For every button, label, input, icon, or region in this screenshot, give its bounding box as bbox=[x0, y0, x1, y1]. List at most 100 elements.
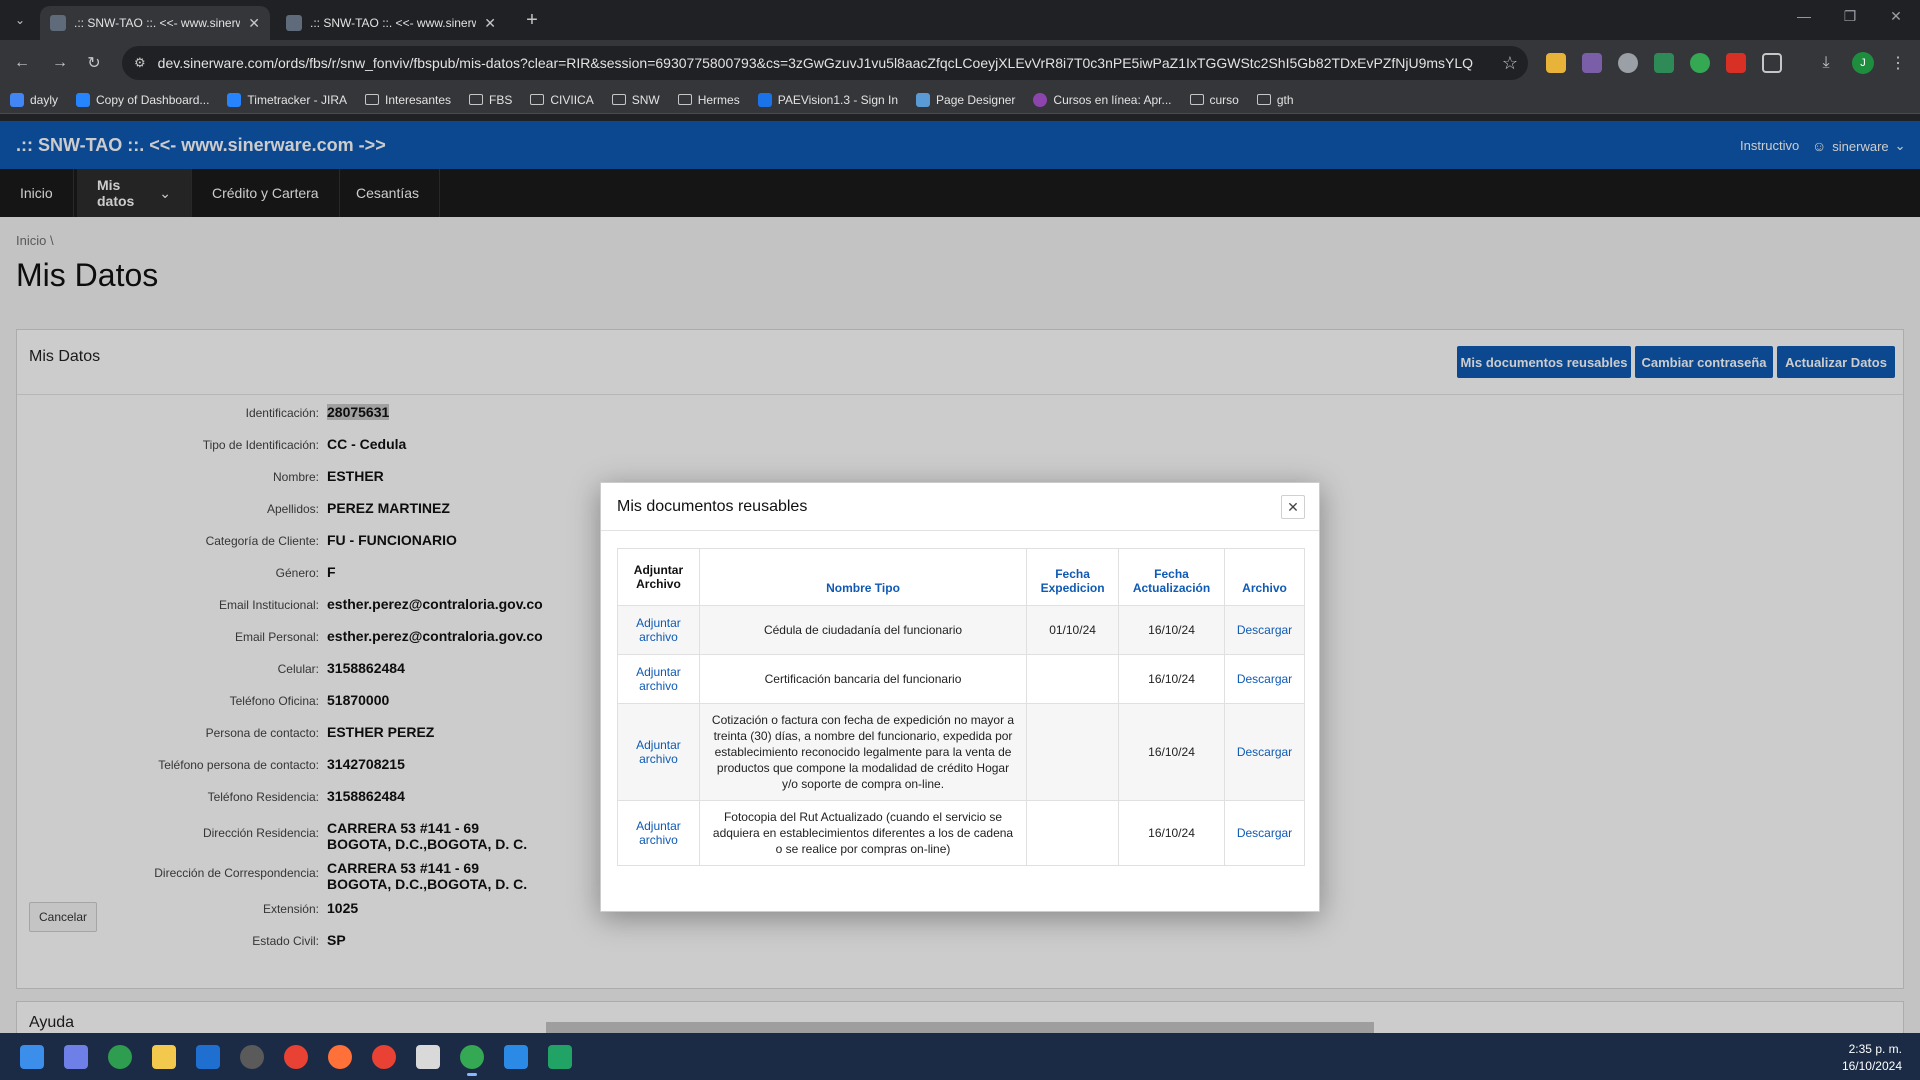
bookmark-folder[interactable]: curso bbox=[1189, 93, 1239, 107]
browser-tabstrip: ⌄ .:: SNW-TAO ::. <<- www.sinerw ✕ .:: S… bbox=[0, 0, 1920, 40]
bookmark-star-icon[interactable]: ☆ bbox=[1502, 53, 1518, 74]
chrome-profile-icon[interactable] bbox=[372, 1045, 396, 1069]
downloads-icon[interactable]: ⤓ bbox=[1814, 51, 1838, 75]
developer-toolbar[interactable] bbox=[546, 1022, 1374, 1033]
browser-tab-2[interactable]: .:: SNW-TAO ::. <<- www.sinerw ✕ bbox=[276, 6, 506, 40]
chrome-active-icon[interactable] bbox=[460, 1045, 484, 1076]
obs-icon[interactable] bbox=[240, 1045, 264, 1069]
tab-search-chevron-icon[interactable]: ⌄ bbox=[8, 8, 32, 32]
fecha-actualizacion: 16/10/24 bbox=[1118, 800, 1225, 866]
chrome-icon[interactable] bbox=[284, 1045, 308, 1069]
site-favicon-icon bbox=[50, 15, 66, 31]
bookmark-item[interactable]: Timetracker - JIRA bbox=[227, 92, 347, 107]
document-type: Fotocopia del Rut Actualizado (cuando el… bbox=[698, 800, 1028, 866]
descargar-link[interactable]: Descargar bbox=[1224, 605, 1305, 655]
document-type: Certificación bancaria del funcionario bbox=[698, 654, 1028, 704]
app-icon[interactable] bbox=[548, 1045, 572, 1069]
folder-icon bbox=[364, 94, 379, 105]
close-tab-icon[interactable]: ✕ bbox=[484, 15, 496, 32]
windows-start-icon[interactable] bbox=[20, 1045, 44, 1069]
extension-icon[interactable] bbox=[1690, 53, 1710, 73]
bookmark-item[interactable]: Cursos en línea: Apr... bbox=[1033, 92, 1172, 107]
bookmark-folder[interactable]: FBS bbox=[469, 93, 512, 107]
dialog-header: Mis documentos reusables ✕ bbox=[601, 483, 1319, 531]
extension-icon[interactable] bbox=[1546, 53, 1566, 73]
file-explorer-icon[interactable] bbox=[152, 1045, 176, 1069]
bookmark-favicon-icon bbox=[1033, 92, 1048, 107]
clock-time: 2:35 p. m. bbox=[1848, 1042, 1902, 1056]
bookmarks-bar: dayly Copy of Dashboard... Timetracker -… bbox=[0, 86, 1920, 114]
bookmark-folder[interactable]: Interesantes bbox=[364, 93, 451, 107]
firefox-icon[interactable] bbox=[328, 1045, 352, 1069]
descargar-link[interactable]: Descargar bbox=[1224, 800, 1305, 866]
column-header-archivo[interactable]: Archivo bbox=[1224, 548, 1305, 606]
mis-documentos-reusables-dialog: Mis documentos reusables ✕ Adjuntar Arch… bbox=[600, 482, 1320, 912]
bookmark-item[interactable]: Page Designer bbox=[916, 92, 1015, 107]
page-designer-icon bbox=[916, 92, 931, 107]
folder-icon bbox=[1189, 94, 1204, 105]
folder-icon bbox=[469, 94, 484, 105]
address-bar[interactable]: ⚙ dev.sinerware.com/ords/fbs/r/snw_fonvi… bbox=[122, 46, 1528, 80]
close-icon[interactable]: ✕ bbox=[1281, 495, 1305, 519]
adjuntar-archivo-link[interactable]: Adjuntar archivo bbox=[617, 800, 700, 866]
bookmark-folder[interactable]: SNW bbox=[611, 93, 660, 107]
new-tab-icon[interactable]: + bbox=[520, 8, 544, 32]
bookmark-item[interactable]: Copy of Dashboard... bbox=[76, 92, 209, 107]
close-tab-icon[interactable]: ✕ bbox=[248, 15, 260, 32]
extension-icon[interactable] bbox=[1582, 53, 1602, 73]
forward-icon[interactable]: → bbox=[48, 51, 72, 75]
back-icon[interactable]: ← bbox=[10, 51, 34, 75]
fecha-expedicion bbox=[1026, 800, 1120, 866]
bookmark-item[interactable]: dayly bbox=[10, 92, 58, 107]
restore-icon[interactable]: ❐ bbox=[1830, 8, 1870, 25]
dialog-title: Mis documentos reusables bbox=[617, 498, 808, 515]
folder-icon bbox=[677, 94, 692, 105]
site-info-icon[interactable]: ⚙ bbox=[134, 55, 146, 71]
browser-tab-1[interactable]: .:: SNW-TAO ::. <<- www.sinerw ✕ bbox=[40, 6, 270, 40]
folder-icon bbox=[530, 94, 545, 105]
reload-icon[interactable]: ↻ bbox=[82, 51, 106, 75]
fecha-expedicion bbox=[1026, 654, 1120, 704]
bookmark-item[interactable]: PAEVision1.3 - Sign In bbox=[757, 92, 898, 107]
windows-taskbar: 2:35 p. m. 16/10/2024 bbox=[0, 1033, 1920, 1080]
minimize-icon[interactable]: — bbox=[1784, 8, 1824, 24]
copilot-icon[interactable] bbox=[64, 1045, 88, 1069]
system-clock[interactable]: 2:35 p. m. 16/10/2024 bbox=[1842, 1041, 1902, 1075]
fecha-expedicion: 01/10/24 bbox=[1026, 605, 1120, 655]
app-icon[interactable] bbox=[108, 1045, 132, 1069]
adjuntar-archivo-link[interactable]: Adjuntar archivo bbox=[617, 605, 700, 655]
browser-menu-icon[interactable]: ⋮ bbox=[1886, 51, 1910, 75]
documents-table: Adjuntar Archivo Nombre Tipo Fecha Exped… bbox=[617, 548, 1305, 866]
descargar-link[interactable]: Descargar bbox=[1224, 654, 1305, 704]
close-window-icon[interactable]: ✕ bbox=[1876, 8, 1916, 25]
column-header-adjuntar[interactable]: Adjuntar Archivo bbox=[617, 548, 700, 606]
table-row: Adjuntar archivo Fotocopia del Rut Actua… bbox=[617, 800, 1305, 866]
clock-date: 16/10/2024 bbox=[1841, 1059, 1902, 1073]
tab-title: .:: SNW-TAO ::. <<- www.sinerw bbox=[74, 16, 241, 30]
tab-title: .:: SNW-TAO ::. <<- www.sinerw bbox=[310, 16, 477, 30]
extension-icon[interactable] bbox=[1654, 53, 1674, 73]
folder-icon bbox=[1256, 94, 1271, 105]
fecha-actualizacion: 16/10/24 bbox=[1118, 703, 1225, 801]
extensions-puzzle-icon[interactable] bbox=[1762, 53, 1782, 73]
profile-avatar[interactable]: J bbox=[1852, 52, 1874, 74]
adjuntar-archivo-link[interactable]: Adjuntar archivo bbox=[617, 654, 700, 704]
extension-icon[interactable] bbox=[1726, 53, 1746, 73]
vscode-icon[interactable] bbox=[504, 1045, 528, 1069]
bookmark-folder[interactable]: CIVIICA bbox=[530, 93, 594, 107]
site-favicon-icon bbox=[286, 15, 302, 31]
app-icon[interactable] bbox=[416, 1045, 440, 1069]
extension-icon[interactable] bbox=[1618, 53, 1638, 73]
column-header-fecha-expedicion[interactable]: Fecha Expedicion bbox=[1026, 548, 1120, 606]
table-row: Adjuntar archivo Certificación bancaria … bbox=[617, 654, 1305, 704]
adjuntar-archivo-link[interactable]: Adjuntar archivo bbox=[617, 703, 700, 801]
table-row: Adjuntar archivo Cotización o factura co… bbox=[617, 703, 1305, 801]
address-url: dev.sinerware.com/ords/fbs/r/snw_fonviv/… bbox=[157, 55, 1474, 71]
bookmark-folder[interactable]: Hermes bbox=[677, 93, 740, 107]
bookmark-folder[interactable]: gth bbox=[1256, 93, 1294, 107]
descargar-link[interactable]: Descargar bbox=[1224, 703, 1305, 801]
column-header-nombre-tipo[interactable]: Nombre Tipo bbox=[698, 548, 1028, 606]
bookmark-favicon-icon bbox=[10, 92, 24, 107]
column-header-fecha-actualizacion[interactable]: Fecha Actualización bbox=[1118, 548, 1225, 606]
outlook-icon[interactable] bbox=[196, 1045, 220, 1069]
